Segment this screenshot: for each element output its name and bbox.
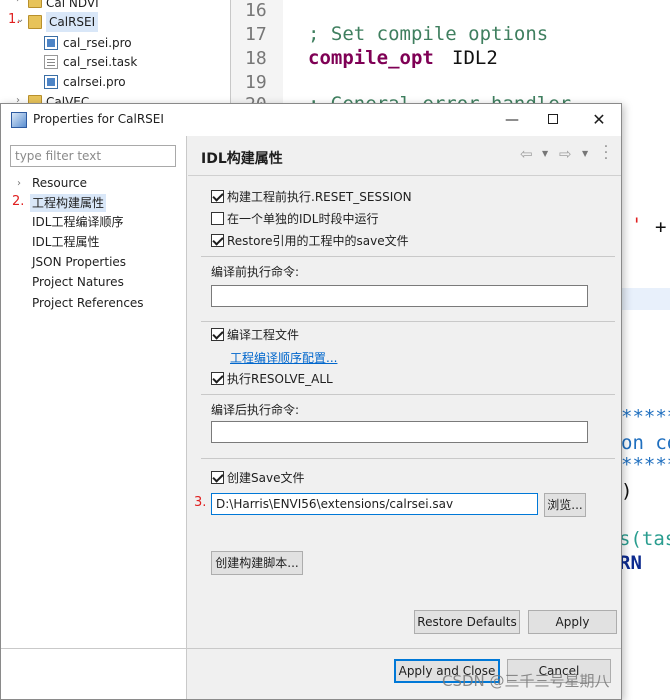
forward-arrow-icon[interactable]: ⇨ [559,145,572,163]
dialog-title: Properties for CalRSEI [33,112,164,126]
nav-item-idl-properties[interactable]: IDL工程属性 [32,233,99,251]
nav-item-project-natures[interactable]: Project Natures [32,273,124,291]
post-build-command-input[interactable] [211,421,588,443]
expand-arrow-icon[interactable]: › [16,0,20,5]
code-comment: ; Set compile options [308,23,549,45]
create-build-script-button[interactable]: 创建构建脚本... [211,551,303,575]
page-title: IDL构建属性 [201,151,283,167]
step-marker-2: 2. [12,194,25,209]
reset-session-label: 构建工程前执行.RESET_SESSION [227,190,412,204]
expand-arrow-icon[interactable]: › [17,178,21,189]
compile-files-label: 编译工程文件 [227,328,300,342]
project-folder-icon [28,15,42,29]
compile-files-checkbox[interactable] [211,328,224,341]
page-header: IDL构建属性 ⇦ ▼ ⇨ ▼ · · · [188,136,621,176]
pre-build-command-input[interactable] [211,285,588,307]
view-menu-icon[interactable]: · · · [603,140,609,166]
code-call-fragment: s(tas [619,528,670,550]
resolve-all-option[interactable]: 执行RESOLVE_ALL [211,371,333,389]
csdn-watermark: CSDN @三千三号星期八 [442,672,610,690]
browse-button[interactable]: 浏览... [544,493,586,517]
tree-item-calrsei-pro[interactable]: calrsei.pro [63,72,126,92]
restore-save-option[interactable]: Restore引用的工程中的save文件 [211,233,409,251]
create-save-option[interactable]: 创建Save文件 [211,470,304,488]
create-save-label: 创建Save文件 [227,471,305,485]
separate-session-checkbox[interactable] [211,212,224,225]
resolve-all-checkbox[interactable] [211,372,224,385]
reset-session-checkbox[interactable] [211,190,224,203]
line-number: 16 [245,0,267,21]
properties-dialog: Properties for CalRSEI — ✕ › Resource 2.… [0,103,622,700]
maximize-button[interactable] [542,110,564,130]
nav-item-resource[interactable]: Resource [32,174,87,192]
pro-file-icon [44,36,58,50]
dialog-titlebar[interactable]: Properties for CalRSEI — ✕ [1,104,621,136]
code-keyword-arg: IDL2 [452,47,498,69]
section-divider [201,321,615,322]
code-string-fragment: ' [631,214,643,236]
close-button[interactable]: ✕ [588,110,610,130]
line-number: 17 [245,24,267,45]
back-arrow-icon[interactable]: ⇦ [520,145,533,163]
project-explorer: › Cal NDVI 1. ⌄ CalRSEI cal_rsei.pro cal… [0,0,232,110]
footer-divider [1,648,621,649]
pre-build-label: 编译前执行命令: [211,265,300,279]
chevron-down-icon[interactable]: ▼ [542,149,548,158]
section-divider [201,256,615,257]
property-nav-pane: › Resource 2. 工程构建属性 IDL工程编译顺序 IDL工程属性 J… [1,136,187,699]
properties-app-icon [11,112,27,128]
post-build-label: 编译后执行命令: [211,403,300,417]
nav-item-json-properties[interactable]: JSON Properties [32,253,126,271]
filter-input[interactable] [10,145,176,167]
compile-files-option[interactable]: 编译工程文件 [211,327,299,345]
nav-item-project-references[interactable]: Project References [32,294,144,312]
create-save-checkbox[interactable] [211,471,224,484]
project-folder-icon [28,0,42,8]
line-number: 18 [245,48,267,69]
line-number: 19 [245,72,267,93]
code-text-fragment: on co [621,432,670,454]
current-line-highlight [620,288,670,310]
task-file-icon [44,55,58,69]
resolve-all-label: 执行RESOLVE_ALL [227,372,333,386]
tree-item-calrsei[interactable]: CalRSEI [46,12,99,32]
apply-button[interactable]: Apply [528,610,617,634]
step-marker-3: 3. [194,495,207,510]
maximize-icon [548,114,558,124]
restore-save-checkbox[interactable] [211,234,224,247]
reset-session-option[interactable]: 构建工程前执行.RESET_SESSION [211,189,412,207]
tree-item-cal-rsei-task[interactable]: cal_rsei.task [63,52,137,72]
minimize-button[interactable]: — [501,110,523,130]
code-stars-fragment: ***** [621,406,670,428]
expand-arrow-icon[interactable]: ⌄ [16,14,24,25]
tree-item-cal-rsei-pro[interactable]: cal_rsei.pro [63,33,132,53]
nav-item-build-properties[interactable]: 工程构建属性 [30,194,107,212]
code-stars-fragment: ***** [621,454,670,476]
nav-item-compile-order[interactable]: IDL工程编译顺序 [32,213,123,231]
save-file-path-input[interactable] [211,493,538,515]
compile-order-link[interactable]: 工程编译顺序配置... [230,349,337,366]
section-divider [201,458,615,459]
section-divider [201,394,615,395]
separate-session-label: 在一个单独的IDL时段中运行 [227,212,379,226]
property-page: IDL构建属性 ⇦ ▼ ⇨ ▼ · · · 构建工程前执行.RESET_SESSIO… [1,136,621,699]
code-paren-fragment: ) [621,480,633,502]
code-operator-fragment: + [655,216,667,238]
pro-file-icon [44,75,58,89]
code-keyword-fragment: RN [619,552,642,574]
restore-save-label: Restore引用的工程中的save文件 [227,234,409,248]
code-keyword: compile_opt [308,47,434,69]
restore-defaults-button[interactable]: Restore Defaults [414,610,520,634]
chevron-down-icon[interactable]: ▼ [582,149,588,158]
separate-session-option[interactable]: 在一个单独的IDL时段中运行 [211,211,378,229]
